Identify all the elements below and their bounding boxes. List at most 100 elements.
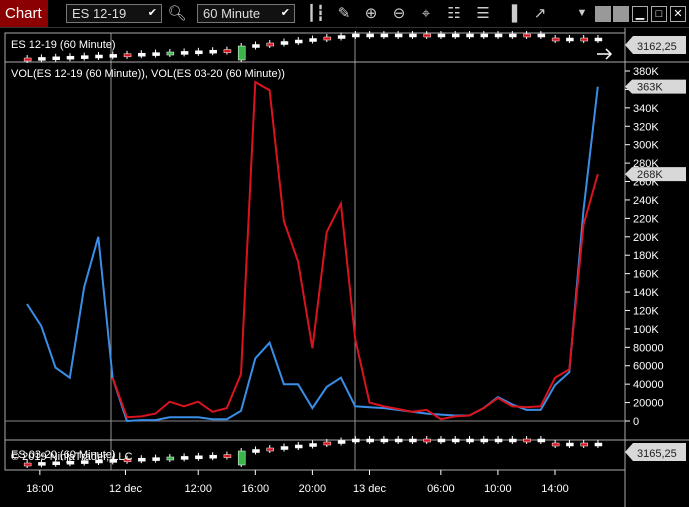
draw-pencil-icon[interactable]: ✎ (334, 4, 354, 23)
candle (295, 444, 303, 449)
candle (437, 33, 446, 38)
candle (237, 450, 246, 466)
candle (337, 35, 346, 39)
main-panel-label: VOL(ES 12-19 (60 Minute)), VOL(ES 03-20 … (11, 68, 285, 80)
candle (195, 455, 203, 460)
crosshair-icon[interactable]: ⌖ (416, 4, 436, 23)
instrument-selector[interactable]: ES 12-19 ✔ (66, 4, 162, 23)
candle (566, 37, 574, 42)
candle (180, 51, 189, 55)
y-tick-label: 140K (633, 287, 659, 299)
candle (252, 44, 260, 48)
candle (466, 438, 474, 443)
y-axis: 0 20000 40000 60000 80000 100K 120K 140K 160K 180… (625, 66, 664, 428)
bars-type-icon[interactable]: ┃┇ (306, 4, 326, 23)
minimize-icon[interactable]: ▁ (632, 6, 648, 22)
top-price-badge: 3162,25 (625, 36, 686, 54)
candle (152, 457, 160, 461)
candle (195, 50, 203, 55)
y-tick-label: 220K (633, 213, 659, 225)
last-value-badge: 268K (625, 167, 686, 182)
candle (580, 442, 588, 447)
candle (252, 449, 260, 453)
candle (409, 33, 417, 38)
candle (423, 33, 431, 38)
candle (451, 438, 460, 443)
candle (295, 39, 303, 44)
candle (323, 36, 332, 41)
candle (23, 57, 32, 62)
candle (323, 441, 332, 446)
top-panel-label: ES 12-19 (60 Minute) (11, 39, 116, 51)
dropdown-arrow-icon[interactable]: ▼ (572, 4, 592, 23)
candle (380, 438, 389, 443)
y-tick-label: 320K (633, 121, 659, 133)
chevron-down-icon: ✔ (280, 7, 290, 19)
y-tick-label: 160K (633, 269, 659, 281)
close-icon[interactable]: ✕ (670, 6, 686, 22)
interval-selector[interactable]: 60 Minute ✔ (197, 4, 295, 23)
candle (166, 51, 175, 56)
tab-color-button[interactable] (595, 6, 611, 22)
top-price-text: 3162,25 (637, 41, 677, 53)
candle (237, 45, 246, 61)
x-tick-label: 10:00 (484, 483, 512, 495)
y-tick-label: 40000 (633, 379, 664, 391)
chart-toolbar: Chart ES 12-19 ✔ 🔍︎ 60 Minute ✔ ┃┇ ✎ ⊕ ⊖ ⌖… (0, 0, 689, 28)
y-tick-label: 380K (633, 66, 659, 78)
zoom-out-icon[interactable]: ⊖ (389, 4, 409, 23)
candle (366, 438, 374, 443)
candle (223, 454, 232, 458)
y-tick-label: 120K (633, 305, 659, 317)
candle (266, 42, 274, 47)
chevron-down-icon: ✔ (147, 7, 157, 19)
y-tick-label: 340K (633, 103, 659, 115)
x-axis: 18:00 12 dec 12:00 16:00 20:00 13 dec 06:00 10:… (26, 470, 569, 495)
candle (180, 456, 189, 460)
x-tick-label: 06:00 (427, 483, 455, 495)
y-tick-label: 80000 (633, 342, 664, 354)
y-tick-label: 60000 (633, 361, 664, 373)
last-value-badge: 363K (625, 79, 686, 94)
candle (494, 438, 503, 443)
window-title: Chart (0, 0, 48, 27)
x-tick-label: 18:00 (26, 483, 54, 495)
candle (123, 53, 132, 58)
y-tick-label: 240K (633, 195, 659, 207)
candle (366, 33, 374, 38)
candle (152, 52, 160, 56)
data-box-icon[interactable]: ☷ (444, 4, 464, 23)
candle (23, 462, 32, 467)
candle (138, 457, 146, 462)
properties-icon[interactable]: ☰ (473, 4, 493, 23)
search-icon[interactable]: 🔍︎ (167, 4, 187, 23)
maximize-icon[interactable]: □ (651, 6, 667, 22)
candle (280, 446, 289, 450)
scroll-right-arrow-icon[interactable] (597, 48, 613, 60)
zoom-in-icon[interactable]: ⊕ (361, 4, 381, 23)
candle (309, 443, 317, 447)
series-lines (26, 80, 599, 423)
bottom-price-text: 3165,25 (637, 448, 677, 460)
copyright-text: © 2019 NinjaTrader, LLC (11, 451, 132, 463)
indicators-icon[interactable]: ▐ (502, 4, 522, 23)
strategies-icon[interactable]: ↗ (530, 4, 550, 23)
candle (309, 38, 317, 42)
candle (551, 442, 560, 447)
candle (523, 438, 531, 443)
y-tick-label: 180K (633, 250, 659, 262)
chart-area[interactable]: ES 12-19 (60 Minute) VOL(ES 12-19 (60 Mi… (0, 28, 689, 507)
candle (509, 33, 517, 38)
x-tick-label: 20:00 (299, 483, 327, 495)
candle (394, 438, 403, 443)
bottom-price-badge: 3165,25 (625, 443, 686, 461)
candle (423, 438, 431, 443)
candle (480, 33, 489, 38)
candle (523, 33, 531, 38)
interval-value: 60 Minute (203, 6, 261, 21)
svg-text:363K: 363K (637, 82, 663, 94)
y-tick-label: 100K (633, 324, 659, 336)
tab-color-button[interactable] (613, 6, 629, 22)
candle (451, 33, 460, 38)
candle (437, 438, 446, 443)
